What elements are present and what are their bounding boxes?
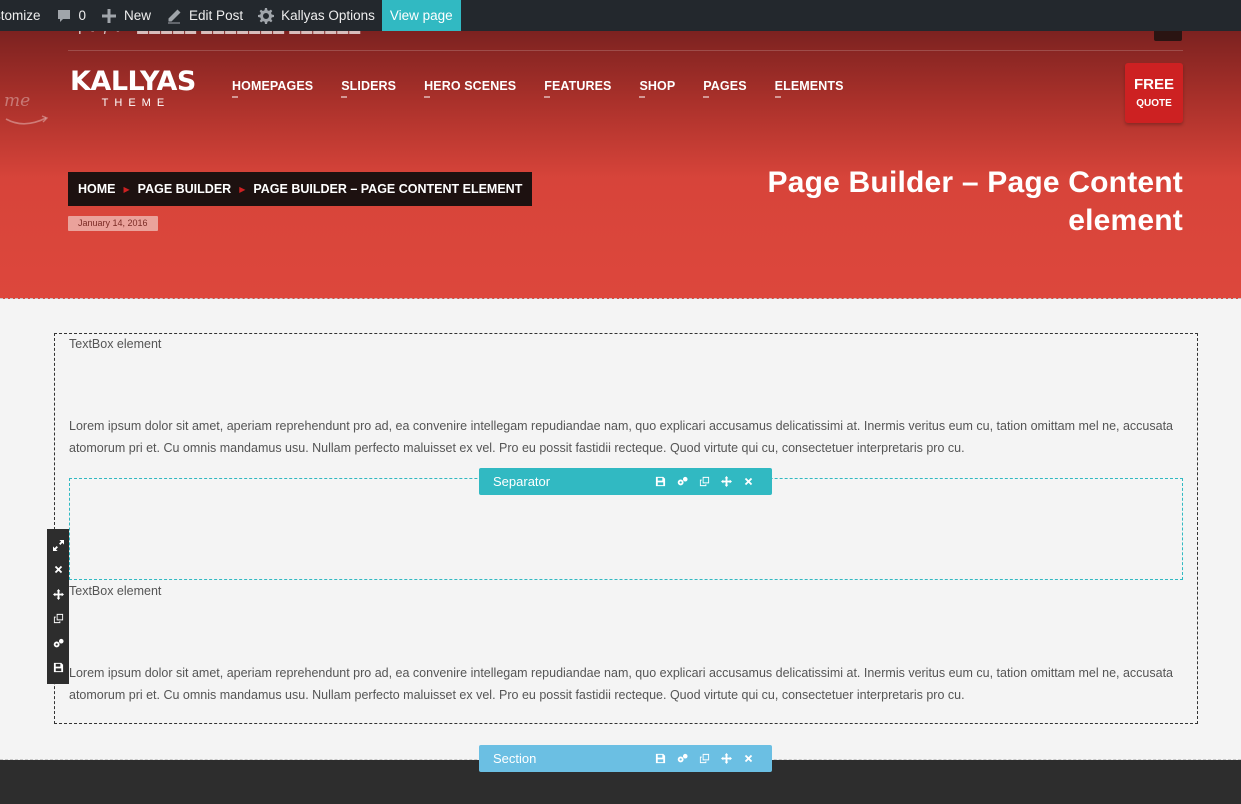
nav-item-features[interactable]: FEATURES (544, 79, 612, 98)
nav-item-pages[interactable]: PAGES (703, 79, 747, 98)
nav-item-shop[interactable]: SHOP (639, 79, 676, 98)
adminbar-new-label: New (124, 8, 152, 23)
delete-icon[interactable] (51, 563, 65, 577)
free-quote-line1: FREE (1133, 76, 1174, 93)
adminbar-view-page[interactable]: View page (381, 0, 461, 31)
nav-item-elements[interactable]: ELEMENTS (774, 79, 844, 98)
main-nav: HOMEPAGES SLIDERS HERO SCENES FEATURES S… (232, 79, 872, 98)
save-icon[interactable] (654, 752, 667, 765)
caret-right-icon: ▶ (239, 184, 246, 194)
save-icon[interactable] (654, 475, 667, 488)
breadcrumb-home[interactable]: HOME (78, 182, 116, 196)
adminbar-new[interactable]: New (93, 0, 158, 31)
clone-icon[interactable] (698, 475, 711, 488)
post-date: January 14, 2016 (68, 216, 158, 231)
nav-dash (424, 96, 431, 98)
textbox2-text[interactable]: Lorem ipsum dolor sit amet, aperiam repr… (69, 662, 1181, 706)
nav-item-label: SHOP (639, 79, 676, 93)
nav-item-label: HOMEPAGES (232, 79, 314, 93)
column-toolbar (47, 529, 69, 684)
gear-icon (257, 7, 275, 25)
clone-icon[interactable] (51, 612, 65, 626)
adminbar-edit-post-label: Edit Post (189, 8, 244, 23)
adminbar-comments[interactable]: 0 (48, 0, 94, 31)
swoosh-icon (5, 115, 49, 125)
logo-sub-text: THEME (101, 97, 171, 109)
page-title: Page Builder – Page Content element (767, 166, 1183, 237)
delete-icon[interactable] (742, 752, 755, 765)
plus-icon (100, 7, 118, 25)
breadcrumb-current: PAGE BUILDER – PAGE CONTENT ELEMENT (253, 182, 523, 196)
nav-dash (232, 96, 238, 98)
move-icon[interactable] (51, 587, 65, 601)
adminbar-comments-count: 0 (78, 8, 87, 23)
breadcrumb: HOME ▶ PAGE BUILDER ▶ PAGE BUILDER – PAG… (68, 172, 533, 206)
nav-item-label: ELEMENTS (774, 79, 844, 93)
topbar-partial: f ◦ / ◦ ▬▬▬▬▬ ▬▬▬▬▬▬▬ ▬▬▬▬▬▬ (78, 31, 362, 37)
page-header: f ◦ / ◦ ▬▬▬▬▬ ▬▬▬▬▬▬▬ ▬▬▬▬▬▬ me KALLYAS … (0, 31, 1241, 299)
nav-item-label: FEATURES (544, 79, 612, 93)
welcome-handwriting: me (4, 91, 31, 111)
delete-icon[interactable] (742, 475, 755, 488)
nav-item-sliders[interactable]: SLIDERS (341, 79, 397, 98)
nav-dash (544, 96, 551, 98)
move-icon[interactable] (720, 752, 733, 765)
adminbar-kallyas-options[interactable]: Kallyas Options (250, 0, 382, 31)
clone-icon[interactable] (698, 752, 711, 765)
free-quote-line2: QUOTE (1136, 98, 1172, 109)
adminbar-edit-post[interactable]: Edit Post (158, 0, 250, 31)
adminbar-customize-label: stomize (0, 8, 41, 23)
move-icon[interactable] (720, 475, 733, 488)
settings-icon[interactable] (676, 475, 689, 488)
separator-toolbar-label[interactable]: Separator (479, 474, 654, 489)
adminbar-kallyas-options-label: Kallyas Options (281, 8, 375, 23)
nav-item-hero-scenes[interactable]: HERO SCENES (424, 79, 517, 98)
header-divider (68, 50, 1183, 51)
adminbar-customize[interactable]: stomize (0, 0, 48, 31)
nav-dash (341, 96, 348, 98)
free-quote-button[interactable]: FREE QUOTE (1125, 63, 1183, 123)
nav-item-label: SLIDERS (341, 79, 397, 93)
site-logo[interactable]: KALLYAS THEME (70, 66, 196, 110)
breadcrumb-page-builder[interactable]: PAGE BUILDER (138, 182, 232, 196)
nav-item-label: HERO SCENES (424, 79, 517, 93)
section-toolbar: Section (479, 745, 772, 772)
comment-icon (55, 7, 73, 25)
textbox1-label[interactable]: TextBox element (69, 337, 161, 351)
textbox1-text[interactable]: Lorem ipsum dolor sit amet, aperiam repr… (69, 415, 1181, 459)
nav-dash (703, 96, 710, 98)
admin-bar: stomize 0 New Edit Post Kallyas Options … (0, 0, 1241, 31)
settings-icon[interactable] (51, 636, 65, 650)
nav-item-label: PAGES (703, 79, 747, 93)
settings-icon[interactable] (676, 752, 689, 765)
caret-right-icon: ▶ (123, 184, 130, 194)
nav-dash (774, 96, 781, 98)
section-toolbar-label[interactable]: Section (479, 751, 654, 766)
logo-main-text: KALLYAS (70, 66, 196, 97)
nav-dash (639, 96, 646, 98)
resize-icon[interactable] (51, 538, 65, 552)
nav-item-homepages[interactable]: HOMEPAGES (232, 79, 314, 98)
textbox2-label[interactable]: TextBox element (69, 584, 161, 598)
save-icon[interactable] (51, 661, 65, 675)
separator-toolbar: Separator (479, 468, 772, 495)
topbar-search-button[interactable] (1154, 31, 1182, 41)
content-top-border (0, 298, 1241, 299)
pencil-icon (165, 7, 183, 25)
adminbar-view-page-label: View page (389, 8, 453, 23)
